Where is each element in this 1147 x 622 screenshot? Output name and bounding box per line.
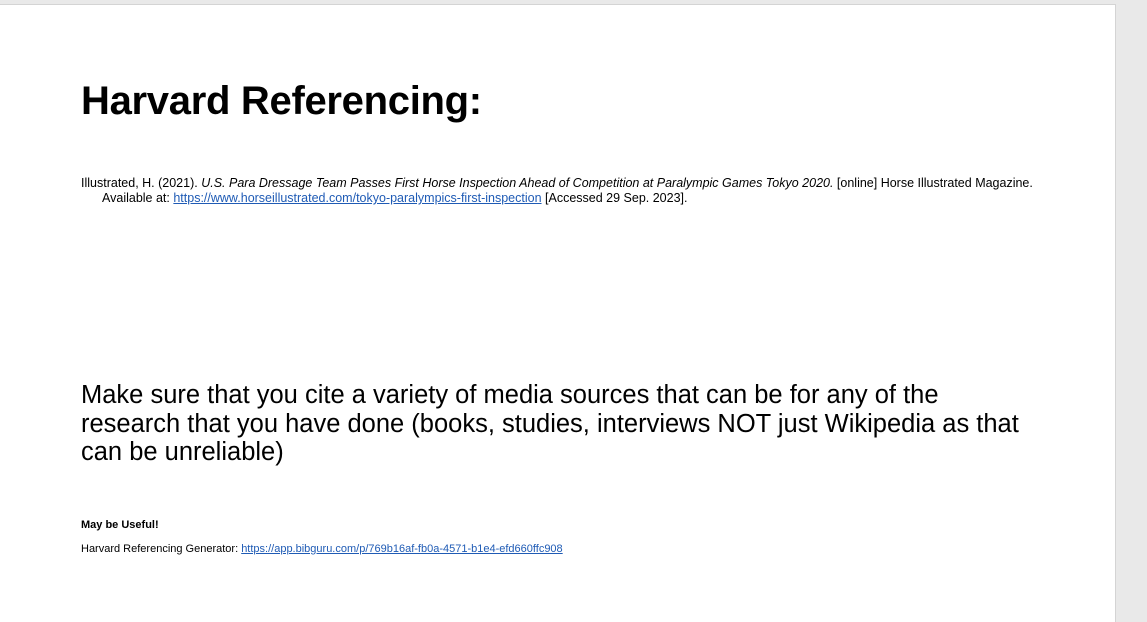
page-title: Harvard Referencing: <box>81 79 482 123</box>
generator-line: Harvard Referencing Generator: https://a… <box>81 542 563 556</box>
reference-author-year: Illustrated, H. (2021). <box>81 176 202 190</box>
generator-url-link[interactable]: https://app.bibguru.com/p/769b16af-fb0a-… <box>241 543 562 555</box>
reference-url-link[interactable]: https://www.horseillustrated.com/tokyo-p… <box>173 191 541 205</box>
document-page[interactable]: Harvard Referencing: Illustrated, H. (20… <box>0 4 1116 622</box>
reference-entry: Illustrated, H. (2021). U.S. Para Dressa… <box>81 176 1042 206</box>
useful-heading: May be Useful! <box>81 519 159 531</box>
instruction-paragraph: Make sure that you cite a variety of med… <box>81 381 1019 466</box>
reference-title: U.S. Para Dressage Team Passes First Hor… <box>201 176 834 190</box>
reference-accessed: [Accessed 29 Sep. 2023]. <box>541 191 688 205</box>
document-workspace: Harvard Referencing: Illustrated, H. (20… <box>0 0 1147 622</box>
generator-label: Harvard Referencing Generator: <box>81 543 242 555</box>
